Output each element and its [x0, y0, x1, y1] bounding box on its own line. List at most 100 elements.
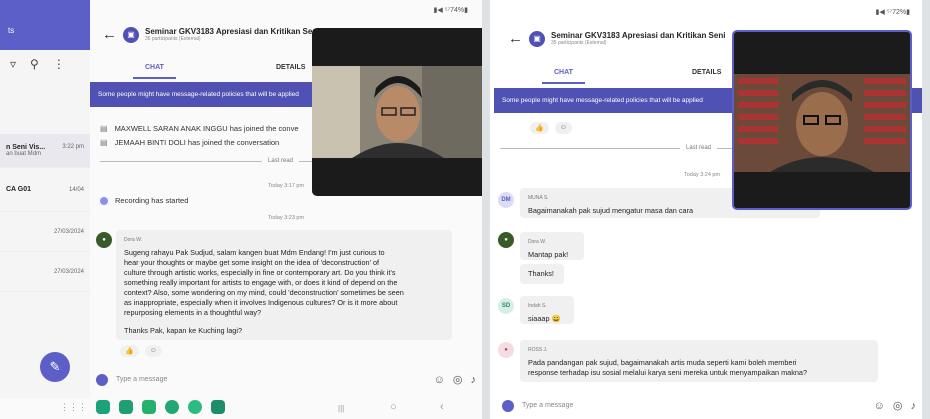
divider-line: [500, 147, 680, 149]
chat-list-item-time: 14/04: [68, 186, 84, 193]
add-reaction-icon[interactable]: ☺: [554, 122, 572, 134]
message-line: as inappropriate, especially when it inv…: [124, 298, 398, 307]
chat-list-item-time: 27/03/2024: [53, 268, 84, 275]
last-read-label: Last read: [268, 158, 294, 164]
message-line: Sugeng rahayu Pak Sudjud, salam kangen b…: [124, 248, 385, 257]
message-sender: Dora W.: [124, 237, 143, 243]
back-arrow-icon[interactable]: ←: [508, 30, 523, 47]
last-read-label: Last read: [686, 145, 712, 151]
taskbar-apps: ⋮⋮⋮: [60, 400, 225, 414]
chat-list-item-time: 27/03/2024: [53, 228, 84, 235]
chat-list-item-time: 3:22 pm: [62, 144, 84, 150]
message-sender: Indah S.: [528, 303, 547, 309]
recording-text: Recording has started: [115, 196, 189, 205]
chat-list-item[interactable]: 27/03/2024: [0, 212, 90, 252]
filter-icon[interactable]: ▿: [10, 57, 16, 71]
compose-bar: Type a message ☺ ◎ ♪: [502, 399, 916, 412]
message-line: [124, 318, 444, 326]
microphone-icon[interactable]: ♪: [471, 374, 477, 386]
avatar[interactable]: ●: [96, 232, 112, 248]
message-bubble[interactable]: ROSS J. Pada pandangan pak sujud, bagaim…: [520, 340, 878, 382]
chat-subtitle: 35 participants (External): [551, 40, 607, 46]
tab-details[interactable]: DETAILS: [276, 64, 305, 71]
video-call-overlay[interactable]: [312, 28, 482, 196]
back-button[interactable]: ‹: [440, 401, 444, 413]
thumbs-up-reaction-icon[interactable]: 👍: [530, 122, 549, 134]
search-icon[interactable]: ⚲: [30, 57, 39, 71]
home-button[interactable]: ○: [390, 401, 397, 413]
status-bar: ▮◀ ⁵⁷72%▮: [875, 9, 910, 16]
app-icon[interactable]: [142, 400, 156, 414]
app-icon[interactable]: [96, 400, 110, 414]
status-bar: ▮◀ ⁵⁷74%▮: [433, 7, 468, 14]
camera-icon[interactable]: ◎: [453, 373, 463, 386]
system-message: ▤ MAXWELL SARAN ANAK INGGU has joined the…: [100, 124, 299, 133]
system-message: ▤ JEMAAH BINTI DOLI has joined the conver…: [100, 138, 279, 147]
system-message-text: JEMAAH BINTI DOLI has joined the convers…: [114, 138, 280, 147]
reactions: 👍 ☺: [120, 345, 162, 357]
whatsapp-icon[interactable]: [188, 400, 202, 414]
files-app-icon[interactable]: [119, 400, 133, 414]
avatar[interactable]: SD: [498, 298, 514, 314]
emoji-icon[interactable]: ☺: [874, 400, 885, 412]
more-options-icon[interactable]: ⋮: [53, 57, 65, 71]
avatar[interactable]: ●: [498, 342, 514, 358]
timestamp: Today 3:24 pm: [684, 172, 721, 178]
divider-line: [100, 160, 262, 162]
group-avatar-icon: ▣: [529, 30, 545, 47]
avatar[interactable]: ●: [498, 232, 514, 248]
message-bubble[interactable]: Dora W. Sugeng rahayu Pak Sudjud, salam …: [116, 230, 452, 340]
chat-list-item[interactable]: CA G01 14/04: [0, 168, 90, 212]
recording-notice: Recording has started: [100, 196, 188, 205]
tab-chat[interactable]: CHAT: [133, 64, 176, 79]
new-chat-button[interactable]: ✎: [40, 352, 70, 382]
chat-app-icon[interactable]: [165, 400, 179, 414]
message-line: context? Also, some wondering on my mind…: [124, 288, 404, 297]
video-feed: [312, 66, 482, 158]
add-reaction-icon[interactable]: ☺: [144, 345, 162, 357]
avatar[interactable]: DM: [498, 192, 514, 208]
recording-icon: [100, 196, 108, 205]
back-arrow-icon[interactable]: ←: [102, 26, 117, 43]
chat-list-item[interactable]: 27/03/2024: [0, 252, 90, 292]
message-bubble[interactable]: Dora W. Mantap pak!: [520, 232, 584, 260]
chat-list-item-title: n Seni Vis...: [6, 144, 46, 151]
chat-header: ← ▣ Seminar GKV3183 Apresiasi dan Kritik…: [508, 30, 725, 47]
message-bubble[interactable]: Thanks!: [520, 264, 564, 284]
chat-list-item-title: CA G01: [6, 186, 32, 193]
message-sender: Dora W.: [528, 239, 547, 245]
timestamp: Today 3:23 pm: [268, 215, 305, 221]
group-avatar-icon: ▣: [123, 26, 139, 43]
camera-icon[interactable]: ◎: [893, 399, 903, 412]
system-message-text: MAXWELL SARAN ANAK INGGU has joined the …: [114, 124, 299, 133]
chat-header: ← ▣ Seminar GKV3183 Apresiasi dan Kritik…: [102, 26, 319, 43]
chat-list-item-preview: an buat Mdm: [6, 151, 42, 157]
message-text: Mantap pak!: [528, 250, 569, 259]
message-line: Thanks Pak, kapan ke Kuching lagi?: [124, 326, 243, 335]
tab-chat[interactable]: CHAT: [542, 69, 585, 84]
app-drawer-icon[interactable]: ⋮⋮⋮: [60, 402, 87, 413]
reactions: 👍 ☺: [530, 122, 572, 134]
message-text: Thanks!: [528, 269, 554, 278]
timestamp: Today 3:17 pm: [268, 183, 305, 189]
message-line: hear your thoughts or maybe get some ins…: [124, 258, 380, 267]
right-screen: ▮◀ ⁵⁷72%▮ ← ▣ Seminar GKV3183 Apresiasi …: [490, 0, 922, 419]
message-text: response terhadap isu sosial melalui kar…: [528, 368, 808, 377]
video-call-overlay[interactable]: [732, 30, 912, 210]
chat-list-sidebar: ts ▿ ⚲ ⋮ n Seni Vis... 3:22 pm an buat Md…: [0, 0, 90, 398]
emoji-icon[interactable]: ☺: [434, 374, 445, 386]
chat-title: Seminar GKV3183 Apresiasi dan Kritikan S…: [145, 27, 320, 36]
thumbs-up-reaction-icon[interactable]: 👍: [120, 345, 139, 357]
message-line: repurposing elements in a thoughtful way…: [124, 308, 262, 317]
chat-list-item[interactable]: n Seni Vis... 3:22 pm an buat Mdm: [0, 134, 90, 168]
telegram-icon[interactable]: [211, 400, 225, 414]
message-bubble[interactable]: Indah S. siaaap 😄: [520, 296, 574, 324]
microphone-icon[interactable]: ♪: [911, 400, 917, 412]
document-icon: ▤: [100, 138, 108, 147]
message-text: Pada pandangan pak sujud, bagaimanakah a…: [528, 358, 797, 367]
message-input[interactable]: Type a message: [116, 376, 426, 383]
recents-button[interactable]: |||: [338, 404, 344, 413]
compose-avatar: [96, 373, 108, 386]
message-input[interactable]: Type a message: [522, 402, 866, 409]
tab-details[interactable]: DETAILS: [692, 69, 721, 76]
